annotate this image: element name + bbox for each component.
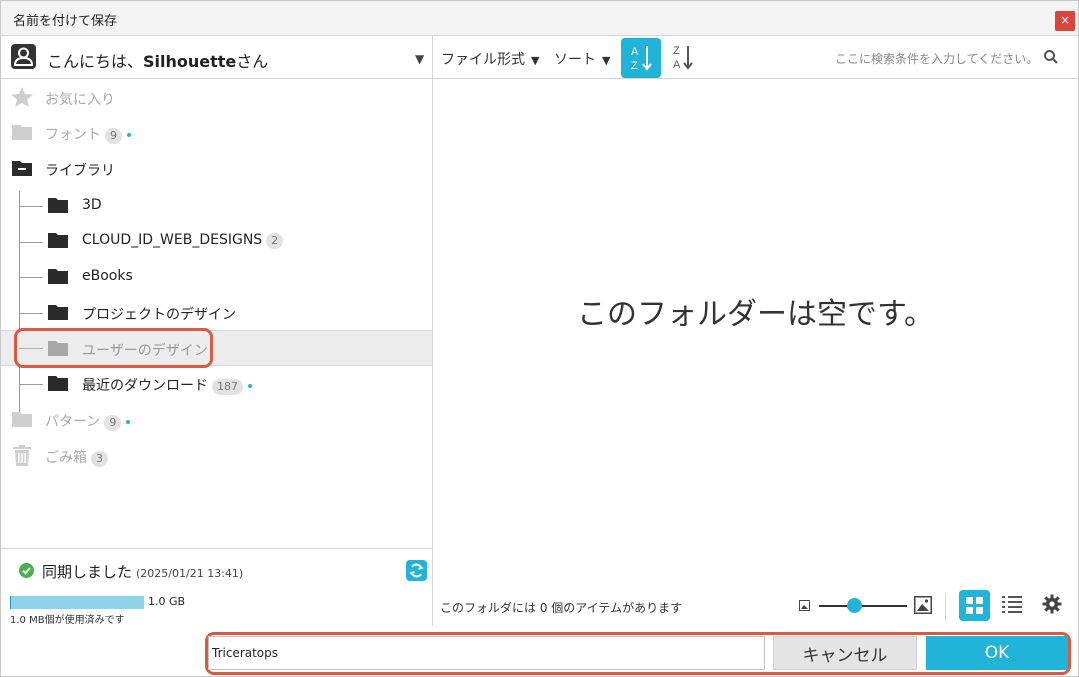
tree-item-ebooks[interactable]: eBooks [1, 259, 432, 293]
star-icon [11, 87, 33, 107]
status-bar: このフォルダには 0 個のアイテムがあります [433, 585, 1078, 627]
svg-text:A: A [673, 59, 681, 71]
tree-item-cloud-id-web-designs[interactable]: CLOUD_ID_WEB_DESIGNS 2 [1, 223, 432, 257]
sync-status-area: 同期しました (2025/01/21 13:41) 1.0 GB 1.0 MB個が… [1, 548, 432, 626]
item-count: このフォルダには 0 個のアイテムがあります [440, 601, 683, 615]
svg-text:A: A [631, 46, 639, 58]
large-image-icon [914, 596, 932, 614]
divider [945, 593, 946, 621]
tree-item-label: フォント 9 [45, 124, 131, 144]
trash-icon [13, 445, 31, 466]
toolbar: ファイル形式 ▼ ソート ▼ A Z Z A ここに検索条件を入力してください。 [433, 36, 1078, 79]
empty-folder-message: このフォルダーは空です。 [577, 297, 934, 332]
folder-contents: このフォルダーは空です。 [433, 79, 1078, 589]
sort-dropdown[interactable]: ソート ▼ [554, 49, 610, 69]
sync-refresh-icon[interactable] [406, 560, 427, 581]
search-icon[interactable] [1043, 49, 1059, 65]
tree-item-favorites[interactable]: お気に入り [1, 80, 432, 114]
small-image-icon [799, 600, 810, 611]
close-button[interactable]: × [1055, 11, 1075, 31]
user-greeting: こんにちは、Silhouetteさん [47, 52, 269, 71]
tree-item-label: 3D [82, 197, 102, 213]
storage-usage-bar [10, 596, 144, 609]
tree-item-label: ごみ箱 3 [45, 447, 108, 467]
tree-item-label: 最近のダウンロード 187 [82, 375, 252, 395]
tree-item-fonts[interactable]: フォント 9 [1, 115, 432, 149]
highlight-outline [14, 328, 213, 368]
tree-item-label: プロジェクトのデザイン [82, 307, 236, 323]
ok-button[interactable]: OK [926, 636, 1068, 670]
folder-icon [12, 125, 32, 140]
svg-text:Z: Z [673, 45, 680, 57]
sync-status: 同期しました (2025/01/21 13:41) [42, 563, 244, 581]
folder-icon [48, 305, 68, 320]
grid-view-icon[interactable] [959, 590, 990, 621]
sort-ascending-icon[interactable]: A Z [621, 38, 661, 78]
gear-icon[interactable] [1042, 594, 1062, 614]
slider-handle[interactable] [847, 598, 862, 613]
folder-icon [12, 412, 32, 427]
tree-item-patterns[interactable]: パターン 9 [1, 402, 432, 436]
svg-text:Z: Z [631, 60, 638, 72]
dialog-title: 名前を付けて保存 [13, 14, 118, 29]
tree-item-label: お気に入り [45, 92, 115, 108]
list-view-icon[interactable] [1001, 594, 1023, 616]
folder-icon [48, 233, 68, 248]
filename-row: キャンセル OK [1, 627, 1078, 677]
tree-item-trash[interactable]: ごみ箱 3 [1, 438, 432, 472]
tree-item-3d[interactable]: 3D [1, 188, 432, 222]
tree-item-label: パターン 9 [45, 411, 131, 431]
tree-item-project-designs[interactable]: プロジェクトのデザイン [1, 295, 432, 329]
tree-item-label: eBooks [82, 268, 133, 284]
chevron-down-icon[interactable]: ▼ [415, 52, 424, 66]
storage-total: 1.0 GB [148, 595, 186, 608]
folder-icon [48, 376, 68, 391]
tree-item-label: CLOUD_ID_WEB_DESIGNS 2 [82, 232, 284, 249]
folder-icon [48, 198, 68, 213]
title-bar: 名前を付けて保存 × [1, 1, 1078, 36]
tree-item-label: ライブラリ [45, 163, 115, 179]
user-account-bar[interactable]: こんにちは、Silhouetteさん ▼ [1, 36, 432, 79]
tree-item-recent-downloads[interactable]: 最近のダウンロード 187 [1, 366, 432, 400]
file-type-dropdown[interactable]: ファイル形式 ▼ [441, 49, 539, 69]
tree-item-library[interactable]: ライブラリ [1, 151, 432, 185]
sort-descending-icon[interactable]: Z A [669, 40, 699, 74]
folder-open-icon [12, 161, 32, 176]
search-input[interactable]: ここに検索条件を入力してください。 [835, 50, 1038, 67]
check-icon [19, 563, 34, 578]
thumbnail-size-slider[interactable] [819, 598, 907, 613]
storage-used: 1.0 MB個が使用済みです [10, 615, 125, 626]
filename-input[interactable] [208, 636, 765, 670]
cancel-button[interactable]: キャンセル [773, 636, 917, 670]
folder-icon [48, 269, 68, 284]
user-icon [11, 44, 36, 69]
save-as-dialog: 名前を付けて保存 × こんにちは、Silhouetteさん ▼ お気に入り フォ… [0, 0, 1079, 677]
